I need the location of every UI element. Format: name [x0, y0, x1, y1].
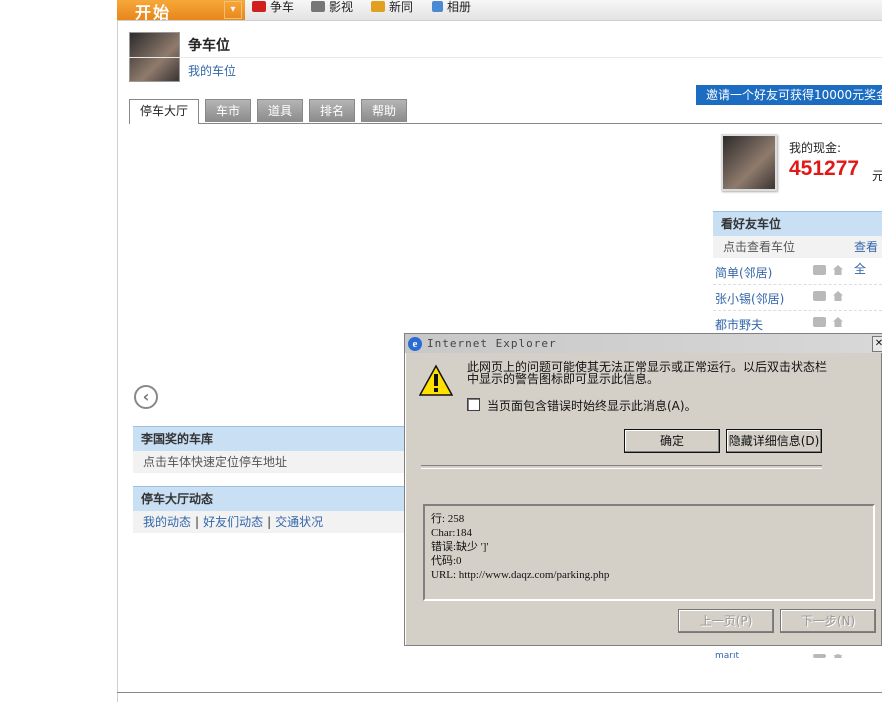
warning-icon [419, 364, 453, 396]
nav-item-car[interactable]: 争车 [252, 0, 294, 20]
tab-props[interactable]: 道具 [257, 99, 303, 122]
avatar[interactable] [721, 134, 777, 191]
detail-error: 错误:缺少 ']' [431, 541, 489, 553]
tab-help[interactable]: 帮助 [361, 99, 407, 122]
my-feed-link[interactable]: 我的动态 [143, 515, 191, 529]
car-icon[interactable] [813, 265, 826, 275]
friend-item[interactable]: 简单(邻居) [715, 264, 772, 281]
film-icon [311, 1, 325, 12]
ok-button[interactable]: 确定 [624, 429, 720, 453]
close-icon[interactable]: ✕ [872, 336, 882, 352]
start-label: 开始 [135, 3, 172, 22]
tab-parking-hall[interactable]: 停车大厅 [129, 99, 199, 124]
back-arrow-icon[interactable]: ‹ [134, 385, 158, 409]
page-title: 争车位 [188, 38, 230, 54]
friend-item[interactable]: marit [715, 652, 739, 658]
detail-char: Char:184 [431, 527, 472, 539]
tab-car-market[interactable]: 车市 [205, 99, 251, 122]
dialog-message: 此网页上的问题可能使其无法正常显示或正常运行。以后双击状态栏中显示的警告图标即可… [467, 360, 828, 386]
friends-feed-link[interactable]: 好友们动态 [203, 515, 263, 529]
tab-ranking[interactable]: 排名 [309, 99, 355, 122]
nav-item-film[interactable]: 影视 [311, 0, 353, 20]
car-icon[interactable] [813, 291, 826, 301]
always-show-checkbox[interactable] [467, 398, 480, 411]
my-parking-link[interactable]: 我的车位 [188, 62, 236, 79]
feed-title: 停车大厅动态 [133, 486, 405, 511]
view-all-link[interactable]: 查看全 [854, 236, 882, 280]
detail-url: URL: http://www.daqz.com/parking.php [431, 569, 610, 581]
car-icon [252, 1, 266, 12]
photo-icon [432, 1, 443, 12]
checkbox-label: 当页面包含错误时始终显示此消息(A)。 [487, 399, 697, 413]
invite-banner[interactable]: 邀请一个好友可获得10000元奖金 [696, 85, 882, 105]
divider [713, 284, 882, 286]
feed-links: 我的动态 | 好友们动态 | 交通状况 [133, 511, 405, 533]
next-button[interactable]: 下一步(N) [780, 609, 876, 633]
chevron-down-icon[interactable]: ▾ [224, 1, 242, 19]
car-icon[interactable] [813, 654, 826, 658]
tab-baseline [129, 123, 882, 124]
footer-divider [117, 692, 882, 693]
friend-item[interactable]: 张小锡(邻居) [715, 290, 784, 307]
garage-title: 李国奖的车库 [133, 426, 405, 451]
cash-value: 451277 [789, 157, 860, 180]
detail-code: 代码:0 [431, 555, 462, 567]
error-details: 行: 258 Char:184 错误:缺少 ']' 代码:0 URL: http… [423, 504, 875, 601]
previous-button[interactable]: 上一页(P) [678, 609, 774, 633]
detail-line: 行: 258 [431, 513, 465, 525]
news-icon [371, 1, 385, 12]
divider [713, 310, 882, 312]
cash-label: 我的现金: [789, 141, 842, 155]
hide-details-button[interactable]: 隐藏详细信息(D) [726, 429, 822, 453]
nav-item-news[interactable]: 新同 [371, 0, 413, 20]
ie-icon: e [408, 337, 422, 351]
dialog-title: Internet Explorer [427, 337, 557, 350]
traffic-link[interactable]: 交通状况 [275, 515, 323, 529]
car-icon[interactable] [813, 317, 826, 327]
nav-item-photo[interactable]: 相册 [432, 0, 471, 20]
friends-title: 看好友车位 [713, 211, 882, 236]
cash-unit: 元 [872, 169, 882, 183]
dialog-divider [421, 465, 822, 469]
friend-item[interactable]: 都市野夫 [715, 316, 763, 333]
header-divider [129, 57, 882, 58]
garage-hint: 点击车体快速定位停车地址 [133, 451, 405, 473]
